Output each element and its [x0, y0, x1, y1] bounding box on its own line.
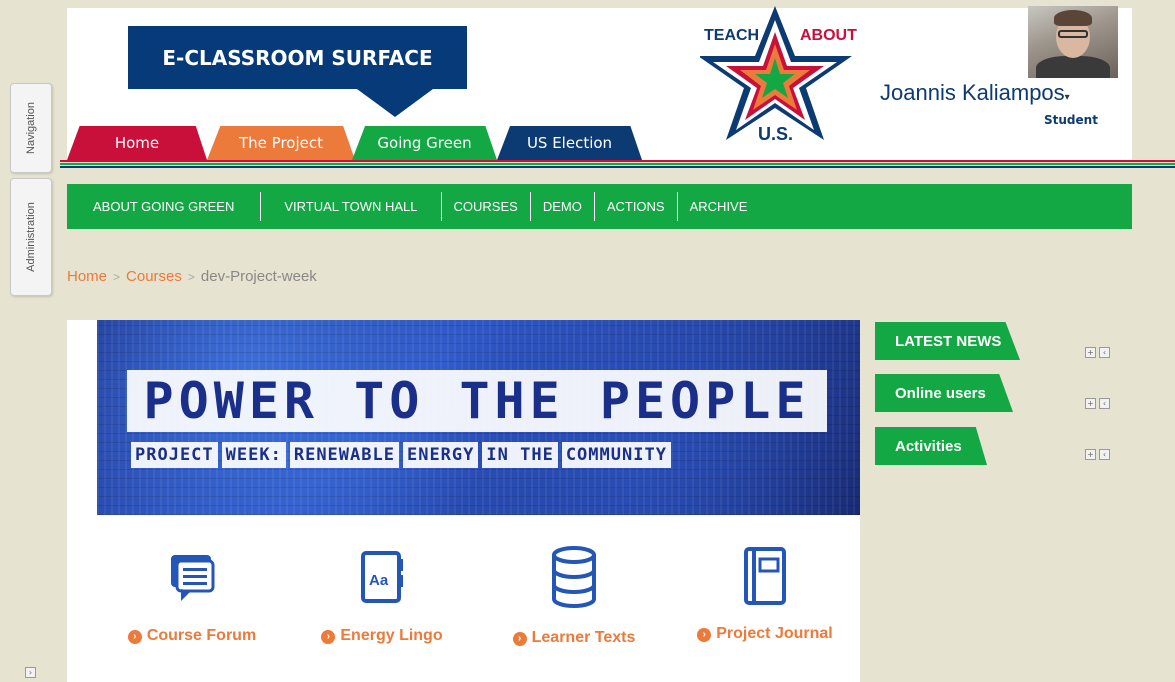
avatar-shoulders	[1036, 56, 1110, 78]
block-online-users[interactable]: Online users	[875, 374, 1013, 412]
block-online-users-controls: + ‹	[1085, 398, 1110, 409]
resource-project-journal[interactable]: › Project Journal	[670, 545, 860, 643]
section-navbar: ABOUT GOING GREEN VIRTUAL TOWN HALL COUR…	[67, 184, 1132, 229]
teach-about-us-logo[interactable]: TEACH ABOUT U.S.	[700, 4, 860, 144]
tab-the-project[interactable]: The Project	[207, 126, 355, 160]
avatar-hair	[1054, 10, 1092, 26]
header-stripe-red	[60, 160, 1175, 162]
tab-us-election[interactable]: US Election	[497, 126, 642, 160]
block-dock-icon[interactable]: ‹	[1099, 398, 1110, 409]
user-menu-toggle[interactable]: Joannis Kaliampos▾	[880, 80, 1070, 106]
user-name: Joannis Kaliampos	[880, 80, 1065, 105]
learner-texts-text: Learner Texts	[531, 629, 636, 646]
header-stripe-green	[60, 163, 1175, 165]
forum-icon	[171, 555, 215, 601]
block-activities-controls: + ‹	[1085, 449, 1110, 460]
block-activities-label: Activities	[895, 437, 962, 455]
resource-label-course-forum[interactable]: › Course Forum	[97, 627, 287, 645]
banner-title: POWER TO THE PEOPLE	[127, 370, 827, 432]
administration-side-tab[interactable]: Administration	[10, 178, 52, 296]
arrow-circle-icon: ›	[127, 630, 142, 644]
resource-label-energy-lingo[interactable]: › Energy Lingo	[287, 627, 477, 645]
nav-item-virtual-town-hall[interactable]: VIRTUAL TOWN HALL	[261, 192, 442, 221]
logo-text-us: U.S.	[758, 124, 793, 144]
breadcrumb-separator: >	[113, 270, 121, 284]
banner-subtitle-part: ENERGY	[402, 442, 479, 468]
logo-text-about: ABOUT	[800, 27, 857, 44]
banner-subtitle-part: IN THE	[482, 442, 558, 468]
arrow-circle-icon: ›	[512, 632, 527, 646]
brand-pointer	[357, 89, 433, 117]
chevron-down-icon: ▾	[1064, 92, 1070, 103]
header-stripe-navy	[60, 166, 1175, 168]
tab-us-election-label: US Election	[526, 134, 613, 152]
nav-item-about-going-green[interactable]: ABOUT GOING GREEN	[67, 192, 262, 221]
nav-item-courses[interactable]: COURSES	[442, 192, 531, 221]
breadcrumb-home[interactable]: Home	[67, 268, 107, 285]
tab-home[interactable]: Home	[67, 126, 207, 160]
resource-label-project-journal[interactable]: › Project Journal	[670, 625, 860, 643]
energy-lingo-text: Energy Lingo	[340, 627, 443, 644]
block-latest-news-controls: + ‹	[1085, 347, 1110, 358]
block-latest-news[interactable]: LATEST NEWS	[875, 322, 1020, 360]
administration-side-tab-label: Administration	[25, 202, 38, 272]
banner-subtitle-part: RENEWABLE	[289, 442, 399, 468]
breadcrumb: Home > Courses > dev-Project-week	[67, 268, 317, 285]
block-latest-news-label: LATEST NEWS	[895, 332, 1002, 350]
dock-toggle-icon[interactable]: ›	[25, 667, 36, 678]
banner-subtitle-part: WEEK:	[221, 442, 286, 468]
user-avatar[interactable]	[1028, 6, 1118, 78]
tab-going-green[interactable]: Going Green	[352, 126, 497, 160]
block-online-users-label: Online users	[895, 384, 986, 402]
tab-the-project-label: The Project	[239, 134, 323, 152]
block-expand-icon[interactable]: +	[1085, 449, 1096, 460]
navigation-side-tab[interactable]: Navigation	[10, 83, 52, 173]
resource-energy-lingo[interactable]: Aa › Energy Lingo	[287, 545, 477, 645]
database-icon	[552, 546, 596, 608]
course-main-panel: POWER TO THE PEOPLE PROJECT WEEK: RENEWA…	[67, 320, 860, 682]
navigation-side-tab-label: Navigation	[25, 102, 38, 154]
resource-learner-texts[interactable]: › Learner Texts	[479, 545, 669, 647]
svg-text:Aa: Aa	[369, 572, 389, 589]
breadcrumb-courses[interactable]: Courses	[126, 268, 182, 285]
tab-home-label: Home	[114, 134, 160, 152]
user-role: Student	[1044, 113, 1098, 127]
nav-item-demo[interactable]: DEMO	[531, 192, 595, 221]
site-brand-banner[interactable]: E-CLASSROOM SURFACE	[128, 26, 467, 89]
arrow-circle-icon: ›	[697, 628, 712, 642]
breadcrumb-current: dev-Project-week	[200, 268, 317, 285]
course-forum-text: Course Forum	[146, 627, 257, 644]
journal-icon	[744, 547, 786, 605]
nav-item-actions[interactable]: ACTIONS	[595, 192, 678, 221]
site-brand-title: E-CLASSROOM SURFACE	[162, 45, 433, 70]
resource-label-learner-texts[interactable]: › Learner Texts	[479, 629, 669, 647]
tab-going-green-label: Going Green	[377, 134, 472, 152]
logo-text-teach: TEACH	[704, 27, 759, 44]
course-banner: POWER TO THE PEOPLE PROJECT WEEK: RENEWA…	[97, 320, 860, 515]
arrow-circle-icon: ›	[321, 630, 336, 644]
block-expand-icon[interactable]: +	[1085, 347, 1096, 358]
banner-subtitle-part: COMMUNITY	[561, 442, 671, 468]
avatar-glasses	[1058, 30, 1088, 38]
block-activities[interactable]: Activities	[875, 427, 987, 465]
block-dock-icon[interactable]: ‹	[1099, 449, 1110, 460]
banner-subtitle: PROJECT WEEK: RENEWABLE ENERGY IN THE CO…	[131, 442, 825, 468]
block-expand-icon[interactable]: +	[1085, 398, 1096, 409]
nav-item-archive[interactable]: ARCHIVE	[678, 192, 760, 221]
banner-subtitle-part: PROJECT	[131, 442, 218, 468]
breadcrumb-separator: >	[187, 270, 195, 284]
resource-course-forum[interactable]: › Course Forum	[97, 545, 287, 645]
block-dock-icon[interactable]: ‹	[1099, 347, 1110, 358]
project-journal-text: Project Journal	[716, 625, 833, 642]
glossary-icon: Aa	[361, 551, 403, 603]
